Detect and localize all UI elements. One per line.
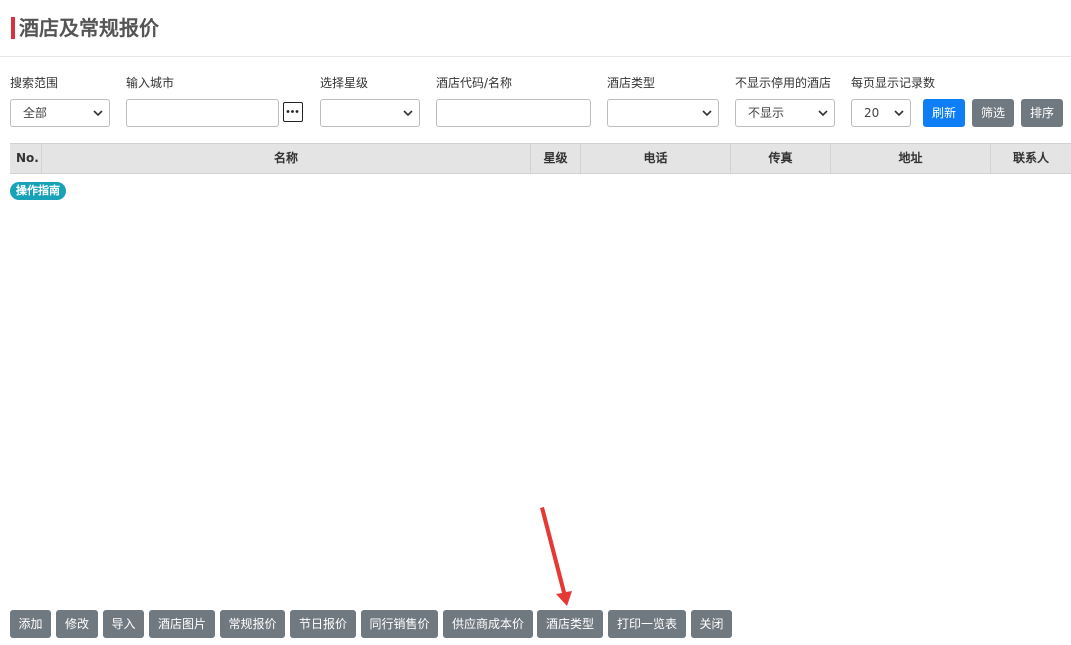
filter-button[interactable]: 筛选 xyxy=(972,99,1014,127)
page-header: 酒店及常规报价 xyxy=(0,0,1071,57)
table-header: No. 名称 星级 电话 传真 地址 联系人 xyxy=(10,143,1071,174)
title-accent-bar xyxy=(11,17,15,39)
city-label: 输入城市 xyxy=(126,76,175,90)
column-header-fax[interactable]: 传真 xyxy=(730,144,830,173)
column-header-star[interactable]: 星级 xyxy=(530,144,580,173)
guide-badge[interactable]: 操作指南 xyxy=(10,182,66,200)
edit-button[interactable]: 修改 xyxy=(56,610,98,638)
hide-disabled-label: 不显示停用的酒店 xyxy=(735,76,832,90)
column-header-no[interactable]: No. xyxy=(10,144,41,173)
hotel-type-select[interactable] xyxy=(607,99,719,127)
column-header-name[interactable]: 名称 xyxy=(41,144,530,173)
page-title: 酒店及常规报价 xyxy=(19,16,159,40)
hotel-type-button[interactable]: 酒店类型 xyxy=(537,610,603,638)
holiday-price-button[interactable]: 节日报价 xyxy=(290,610,356,638)
refresh-button[interactable]: 刷新 xyxy=(923,99,965,127)
import-button[interactable]: 导入 xyxy=(103,610,144,638)
hotel-images-button[interactable]: 酒店图片 xyxy=(149,610,215,638)
page-size-label: 每页显示记录数 xyxy=(851,76,936,90)
hotel-type-label: 酒店类型 xyxy=(607,76,656,90)
star-label: 选择星级 xyxy=(320,76,369,90)
add-button[interactable]: 添加 xyxy=(10,610,51,638)
city-picker-button[interactable] xyxy=(283,102,303,122)
close-button[interactable]: 关闭 xyxy=(691,610,732,638)
chevron-down-icon xyxy=(403,110,413,117)
code-name-input[interactable] xyxy=(436,99,591,127)
hide-disabled-select-value: 不显示 xyxy=(748,106,785,120)
chevron-down-icon xyxy=(702,110,712,117)
star-select[interactable] xyxy=(320,99,420,127)
peer-sales-price-button[interactable]: 同行销售价 xyxy=(361,610,438,638)
hide-disabled-select[interactable]: 不显示 xyxy=(735,99,835,127)
city-input[interactable] xyxy=(126,99,279,127)
supplier-cost-price-button[interactable]: 供应商成本价 xyxy=(443,610,533,638)
page-size-select[interactable]: 20 xyxy=(851,99,911,127)
sort-button[interactable]: 排序 xyxy=(1021,99,1063,127)
more-dots-icon xyxy=(286,110,299,113)
scope-select-value: 全部 xyxy=(23,106,48,120)
scope-label: 搜索范围 xyxy=(10,76,59,90)
chevron-down-icon xyxy=(818,110,828,117)
regular-price-button[interactable]: 常规报价 xyxy=(220,610,285,638)
column-header-address[interactable]: 地址 xyxy=(830,144,990,173)
code-name-label: 酒店代码/名称 xyxy=(436,76,513,90)
scope-select[interactable]: 全部 xyxy=(10,99,110,127)
annotation-arrow-icon xyxy=(540,507,572,606)
page-size-select-value: 20 xyxy=(864,106,880,120)
column-header-contact[interactable]: 联系人 xyxy=(990,144,1071,173)
column-header-phone[interactable]: 电话 xyxy=(580,144,730,173)
chevron-down-icon xyxy=(894,110,904,117)
chevron-down-icon xyxy=(93,110,103,117)
print-list-button[interactable]: 打印一览表 xyxy=(608,610,686,638)
